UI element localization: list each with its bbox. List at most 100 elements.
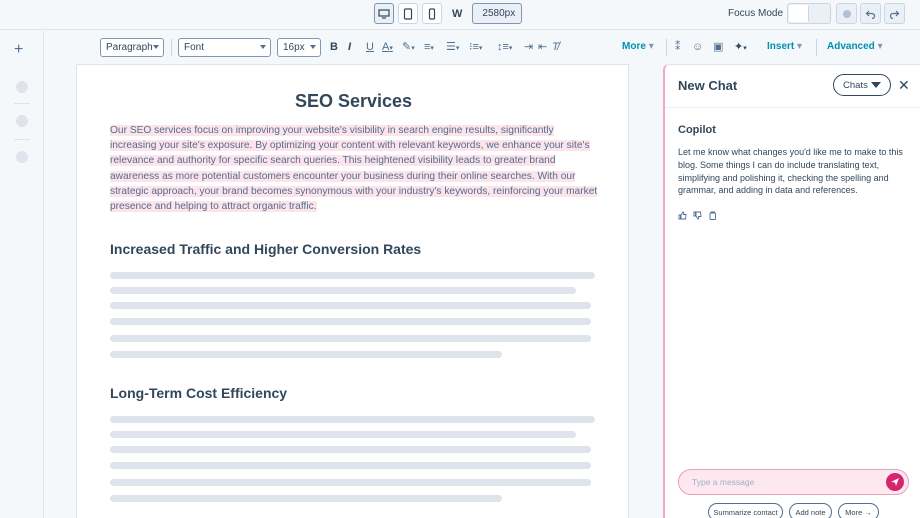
bold-button[interactable]: B [330, 40, 338, 54]
highlight-icon[interactable]: ✎▾ [402, 40, 415, 56]
placeholder-line [110, 431, 576, 438]
more-label: More [622, 41, 646, 52]
history-buttons [836, 3, 905, 24]
placeholder-line [110, 495, 502, 502]
toolbar-divider [666, 39, 667, 56]
intro-paragraph[interactable]: Our SEO services focus on improving your… [110, 123, 600, 214]
chat-message-input[interactable]: Type a message [678, 469, 909, 495]
add-icon[interactable]: + [14, 41, 23, 59]
bullet-list-icon[interactable]: ☰▾ [446, 40, 459, 56]
close-icon[interactable]: ✕ [898, 77, 910, 94]
thumbs-up-icon[interactable] [678, 211, 687, 220]
chevron-down-icon [153, 45, 159, 49]
chevron-down-icon: ▾ [877, 41, 883, 52]
placeholder-line [110, 287, 576, 294]
focus-mode-label: Focus Mode [728, 8, 784, 19]
assistant-message: Let me know what changes you'd like me t… [678, 147, 903, 196]
more-menu[interactable]: More ▾ [622, 41, 654, 52]
placeholder-line [110, 318, 591, 325]
rail-divider [14, 139, 30, 140]
chats-button-label: Chats [843, 79, 868, 91]
image-icon[interactable]: ▣ [713, 40, 723, 54]
send-button[interactable] [886, 473, 904, 491]
thumbs-down-icon[interactable] [693, 211, 702, 220]
line-height-icon[interactable]: ↕≡▾ [497, 40, 512, 56]
focus-mode-toggle[interactable] [787, 3, 831, 24]
width-label: W [452, 7, 463, 20]
device-preview-group: W 2580px [374, 3, 523, 24]
underline-button[interactable]: U [366, 40, 374, 54]
page-title[interactable]: SEO Services [77, 91, 630, 112]
advanced-label: Advanced [827, 41, 875, 52]
paragraph-select-value: Paragraph [106, 42, 153, 53]
message-actions [678, 211, 717, 220]
more-chip[interactable]: More → [838, 503, 879, 518]
rail-item-3[interactable] [16, 151, 28, 163]
chevron-down-icon [871, 82, 881, 88]
placeholder-line [110, 416, 595, 423]
redo-icon [889, 10, 900, 19]
width-input[interactable]: 2580px [472, 3, 523, 24]
italic-button[interactable]: I [348, 40, 351, 54]
indent-icon[interactable]: ⇥ [524, 40, 533, 54]
rail-item-2[interactable] [16, 115, 28, 127]
record-button[interactable] [836, 3, 857, 24]
ai-sparkle-icon[interactable]: ✦▾ [734, 40, 747, 56]
insert-label: Insert [767, 41, 795, 52]
summarize-contact-chip[interactable]: Summarize contact [708, 503, 783, 518]
chats-dropdown-button[interactable]: Chats [833, 74, 891, 96]
advanced-menu[interactable]: Advanced ▾ [827, 41, 883, 52]
placeholder-line [110, 302, 591, 309]
placeholder-line [110, 446, 591, 453]
chevron-down-icon: ▾ [648, 41, 654, 52]
text-color-icon[interactable]: A▾ [382, 40, 393, 56]
desktop-icon [378, 8, 390, 19]
font-select-value: Font [184, 42, 205, 53]
rail-item-1[interactable] [16, 81, 28, 93]
chat-divider [665, 107, 920, 108]
emoji-icon[interactable]: ☺ [692, 40, 703, 54]
chevron-down-icon [260, 45, 266, 49]
format-toolbar: Paragraph Font 16px B I U A▾ ✎▾ ≡▾ ☰▾ ⁝≡… [45, 31, 920, 63]
font-select[interactable]: Font [178, 38, 271, 57]
tablet-preview-button[interactable] [398, 3, 418, 24]
desktop-preview-button[interactable] [374, 3, 394, 24]
redo-button[interactable] [884, 3, 905, 24]
circle-icon [842, 9, 851, 18]
chat-input-placeholder: Type a message [692, 477, 755, 487]
chat-title: New Chat [678, 78, 738, 93]
numbered-list-icon[interactable]: ⁝≡▾ [469, 40, 482, 56]
toolbar-divider [816, 39, 817, 56]
highlighted-text: Our SEO services focus on improving your… [110, 125, 598, 213]
toggle-knob [789, 5, 809, 22]
placeholder-line [110, 479, 591, 486]
clear-format-icon[interactable]: T̸ [552, 40, 559, 54]
add-note-chip[interactable]: Add note [789, 503, 832, 518]
outdent-icon[interactable]: ⇤ [538, 40, 547, 54]
font-size-select[interactable]: 16px [277, 38, 321, 57]
insert-menu[interactable]: Insert ▾ [767, 41, 802, 52]
tablet-icon [403, 7, 413, 20]
chevron-down-icon: ▾ [797, 41, 803, 52]
send-icon [891, 478, 899, 486]
section-heading-traffic[interactable]: Increased Traffic and Higher Conversion … [110, 241, 421, 257]
mobile-preview-button[interactable] [422, 3, 442, 24]
top-bar: W 2580px Focus Mode [0, 0, 920, 30]
undo-icon [865, 10, 876, 19]
placeholder-line [110, 335, 591, 342]
personalize-icon[interactable]: ⁑ [675, 40, 681, 54]
editor-page[interactable]: SEO Services Our SEO services focus on i… [76, 64, 629, 518]
chevron-down-icon [310, 45, 316, 49]
section-heading-cost[interactable]: Long-Term Cost Efficiency [110, 385, 287, 401]
mobile-icon [428, 7, 436, 20]
undo-button[interactable] [860, 3, 881, 24]
toolbar-divider [171, 39, 172, 56]
paragraph-select[interactable]: Paragraph [100, 38, 164, 57]
assistant-name: Copilot [678, 124, 716, 136]
placeholder-line [110, 462, 591, 469]
align-icon[interactable]: ≡▾ [424, 40, 434, 56]
placeholder-line [110, 272, 595, 279]
copy-icon[interactable] [708, 211, 717, 220]
font-size-value: 16px [283, 42, 305, 53]
placeholder-line [110, 351, 502, 358]
